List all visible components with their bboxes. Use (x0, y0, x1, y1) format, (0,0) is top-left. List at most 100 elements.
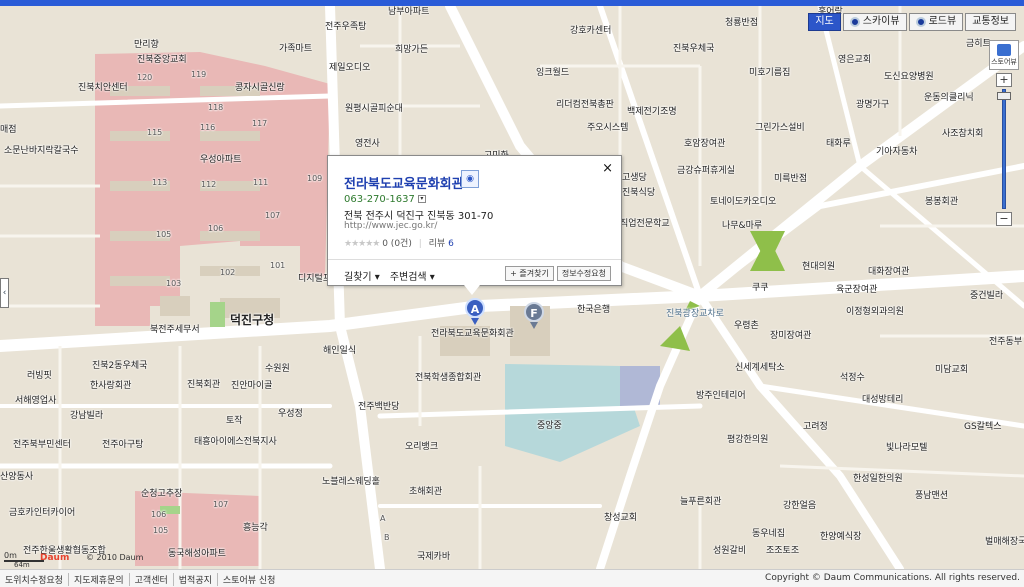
map-label: 만리향 (134, 40, 159, 50)
map-label: 봉봉회관 (925, 197, 959, 207)
map-label: 태화루 (826, 139, 851, 149)
skyview-icon (849, 17, 860, 27)
map-label: 평강한의원 (727, 435, 769, 445)
footer-copyright: Copyright © Daum Communications. All rig… (765, 573, 1020, 583)
map-label: 방주인테리어 (696, 391, 746, 401)
map-label: 동우네집 (752, 529, 786, 539)
map-label: 대화장여관 (868, 267, 910, 277)
block-number: 106 (151, 510, 167, 519)
marker-f-tail (530, 322, 538, 329)
roadview-icon (915, 17, 926, 27)
edit-request-button[interactable]: 정보수정요청 (556, 266, 611, 281)
place-buttons: + 즐겨찾기 정보수정요청 (505, 266, 611, 281)
block-number: 109 (307, 174, 323, 183)
map-label: 토작 (226, 416, 243, 426)
footer-link-location-edit[interactable]: 도위치수정요청 (0, 573, 69, 586)
map-label: 진북중앙교회 (137, 55, 187, 65)
zoom-slider-thumb[interactable] (997, 92, 1011, 100)
road-label: 진북광장교차로 (666, 309, 724, 319)
zoom-in-button[interactable]: + (996, 73, 1012, 87)
map-label: 직업전문학교 (620, 219, 670, 229)
map-label: 한양예식장 (820, 532, 862, 542)
storeview-icon (997, 43, 1011, 56)
map-label: 러빙핏 (27, 371, 52, 381)
marker-a[interactable]: A (465, 298, 485, 325)
map-label: 진안마이골 (231, 381, 273, 391)
map-label: 중앙중 (537, 421, 562, 431)
footer-link-partnership[interactable]: 지도제휴문의 (69, 573, 130, 586)
map-label: 창성교회 (604, 513, 638, 523)
block-number: 107 (213, 500, 229, 509)
map-label: 풍남맨션 (915, 491, 949, 501)
footer-link-legal[interactable]: 법적공지 (174, 573, 218, 586)
map-view-button[interactable]: 지도 (808, 13, 841, 31)
block-number: 107 (265, 211, 281, 220)
map-label: 영은교회 (838, 55, 872, 65)
map-label: 제일오디오 (329, 63, 371, 73)
close-icon[interactable]: × (602, 161, 613, 176)
map-label: 이정형외과의원 (846, 307, 904, 317)
block-number: 115 (147, 128, 163, 137)
storeview-button[interactable]: 스토어뷰 (989, 40, 1019, 70)
footer-link-support[interactable]: 고객센터 (130, 573, 174, 586)
daum-logo: Daum (40, 553, 70, 563)
map-label: 리더컴전북총판 (556, 100, 614, 110)
map-label: 전주동부 (989, 337, 1023, 347)
location-pin-icon[interactable]: ◉ (461, 170, 479, 188)
map-label: 백제전기조명 (627, 107, 677, 117)
collapse-panel-handle[interactable]: ‹ (0, 278, 9, 308)
skyview-button[interactable]: 스카이뷰 (842, 13, 907, 31)
block-number: 119 (191, 70, 207, 79)
roadview-toggle-button[interactable]: 로드뷰 (908, 13, 964, 31)
map-label: 전라북도교육문화회관 (431, 329, 514, 339)
review-count[interactable]: 6 (448, 239, 454, 249)
map-label: 주오시스템 (587, 123, 629, 133)
roadview-toggle-label: 로드뷰 (928, 16, 957, 27)
place-rating: ★★★★★ 0 (0건) | 리뷰 6 (344, 236, 454, 249)
favorite-button[interactable]: + 즐겨찾기 (505, 266, 554, 281)
map-label: 국제카바 (417, 552, 451, 562)
map-label: 운동의클리닉 (924, 93, 974, 103)
map-label: 진북식당 (622, 188, 656, 198)
map-label: 전주아구탕 (102, 440, 144, 450)
footer-link-storeview[interactable]: 스토어뷰 신청 (218, 573, 281, 586)
map-label: 벌매해장국 (985, 537, 1024, 547)
map-label: 성원갈비 (713, 546, 747, 556)
map-label: 조조토조 (766, 546, 800, 556)
block-number: 102 (220, 268, 236, 277)
map-label: 강호카센터 (570, 26, 612, 36)
map-label: 대성방테리 (862, 395, 904, 405)
place-url[interactable]: http://www.jec.go.kr/ (344, 221, 437, 231)
rating-stars-icon: ★★★★★ (344, 239, 380, 249)
scale-zero: 0m (4, 551, 17, 560)
traffic-button[interactable]: 교통정보 (965, 13, 1016, 31)
marker-a-tail (471, 318, 479, 325)
map-label: 늘푸른회관 (680, 497, 722, 507)
zoom-slider[interactable] (997, 89, 1011, 209)
map-label: 토네이도카오디오 (710, 197, 777, 207)
route-button[interactable]: 길찾기 ▾ (344, 268, 380, 283)
map-label: 태흥아이에스전북지사 (194, 437, 277, 447)
place-actions: 길찾기 ▾ 주변검색 ▾ (344, 268, 435, 283)
map-label: 진북회관 (187, 380, 221, 390)
map-label: 장미장여관 (770, 331, 812, 341)
block-number: 103 (166, 279, 182, 288)
map-label: 고생당 (622, 173, 647, 183)
map-label: 매점 (0, 125, 17, 135)
marker-f[interactable]: F (524, 302, 544, 329)
map-canvas[interactable]: 홍어랑 남부아파트 전주우족탕 강호카센터 청룡반점 만리향 진북중앙교회 가족… (0, 6, 1024, 569)
map-label: 진북우체국 (673, 44, 715, 54)
nearby-search-button[interactable]: 주변검색 ▾ (390, 268, 435, 283)
phone-dropdown-icon[interactable]: ▾ (417, 195, 426, 203)
skyview-label: 스카이뷰 (862, 16, 900, 27)
map-label: 육군장여관 (836, 285, 878, 295)
route-label: 길찾기 (344, 272, 372, 283)
map-label: 남부아파트 (388, 7, 430, 17)
map-label: 오리뱅크 (405, 442, 439, 452)
divider (328, 259, 621, 260)
place-title[interactable]: 전라북도교육문화회관 (344, 173, 464, 192)
map-label: 우성정 (278, 409, 303, 419)
map-label: 청룡반점 (725, 18, 759, 28)
map-label: 덕진구청 (230, 313, 275, 327)
zoom-out-button[interactable]: − (996, 212, 1012, 226)
